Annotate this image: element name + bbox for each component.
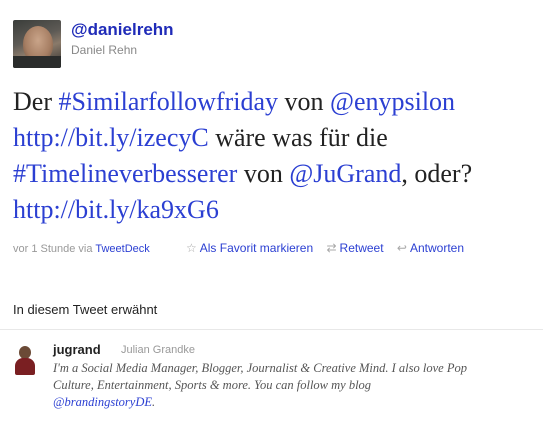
tweet-meta: vor 1 Stunde via TweetDeck: [13, 243, 150, 255]
reply-label: Antworten: [409, 241, 465, 255]
favorite-button[interactable]: ☆ Als Favorit markieren: [186, 241, 313, 255]
author-avatar[interactable]: [13, 20, 61, 68]
text-segment: von: [278, 87, 330, 116]
text-segment: , oder?: [401, 159, 473, 188]
hashtag-link[interactable]: #Similarfollowfriday: [58, 87, 278, 116]
retweet-label: Retweet: [339, 241, 384, 255]
retweet-icon: ⇄: [326, 241, 337, 255]
bio-end: .: [152, 395, 156, 409]
mention-link[interactable]: @enypsilon: [330, 87, 455, 116]
bio-mention-link[interactable]: @brandingstoryDE: [53, 395, 152, 409]
section-divider: [0, 329, 543, 330]
mentioned-user-avatar[interactable]: [13, 343, 37, 377]
hashtag-link[interactable]: #Timelineverbesserer: [13, 159, 237, 188]
tweet-text: Der #Similarfollowfriday von @enypsilon …: [13, 84, 538, 228]
mentioned-user-full-name: Julian Grandke: [121, 344, 195, 356]
star-icon: ☆: [186, 241, 197, 255]
url-link[interactable]: http://bit.ly/ka9xG6: [13, 195, 219, 224]
reply-button[interactable]: ↩ Antworten: [397, 241, 464, 255]
tweet-source-link[interactable]: TweetDeck: [95, 243, 149, 255]
url-link[interactable]: http://bit.ly/izecyC: [13, 123, 209, 152]
mentioned-user-bio: I'm a Social Media Manager, Blogger, Jou…: [53, 360, 473, 411]
avatar-shirt: [13, 56, 61, 68]
tweet-actions: ☆ Als Favorit markieren ⇄ Retweet ↩ Antwort…: [186, 241, 474, 255]
tweet-timestamp: vor 1 Stunde via: [13, 243, 93, 255]
author-real-name: Daniel Rehn: [71, 43, 138, 57]
retweet-button[interactable]: ⇄ Retweet: [326, 241, 383, 255]
mention-link[interactable]: @JuGrand: [289, 159, 401, 188]
favorite-label: Als Favorit markieren: [199, 241, 314, 255]
author-handle-link[interactable]: @danielrehn: [71, 20, 174, 40]
mentioned-section-title: In diesem Tweet erwähnt: [13, 302, 158, 317]
text-segment: Der: [13, 87, 59, 116]
mentioned-user-screen-name[interactable]: jugrand: [53, 342, 101, 357]
reply-icon: ↩: [396, 241, 407, 255]
text-segment: von: [237, 159, 290, 188]
avatar-body: [15, 358, 35, 375]
bio-text: I'm a Social Media Manager, Blogger, Jou…: [53, 361, 467, 392]
text-segment: wäre was für die: [208, 123, 388, 152]
